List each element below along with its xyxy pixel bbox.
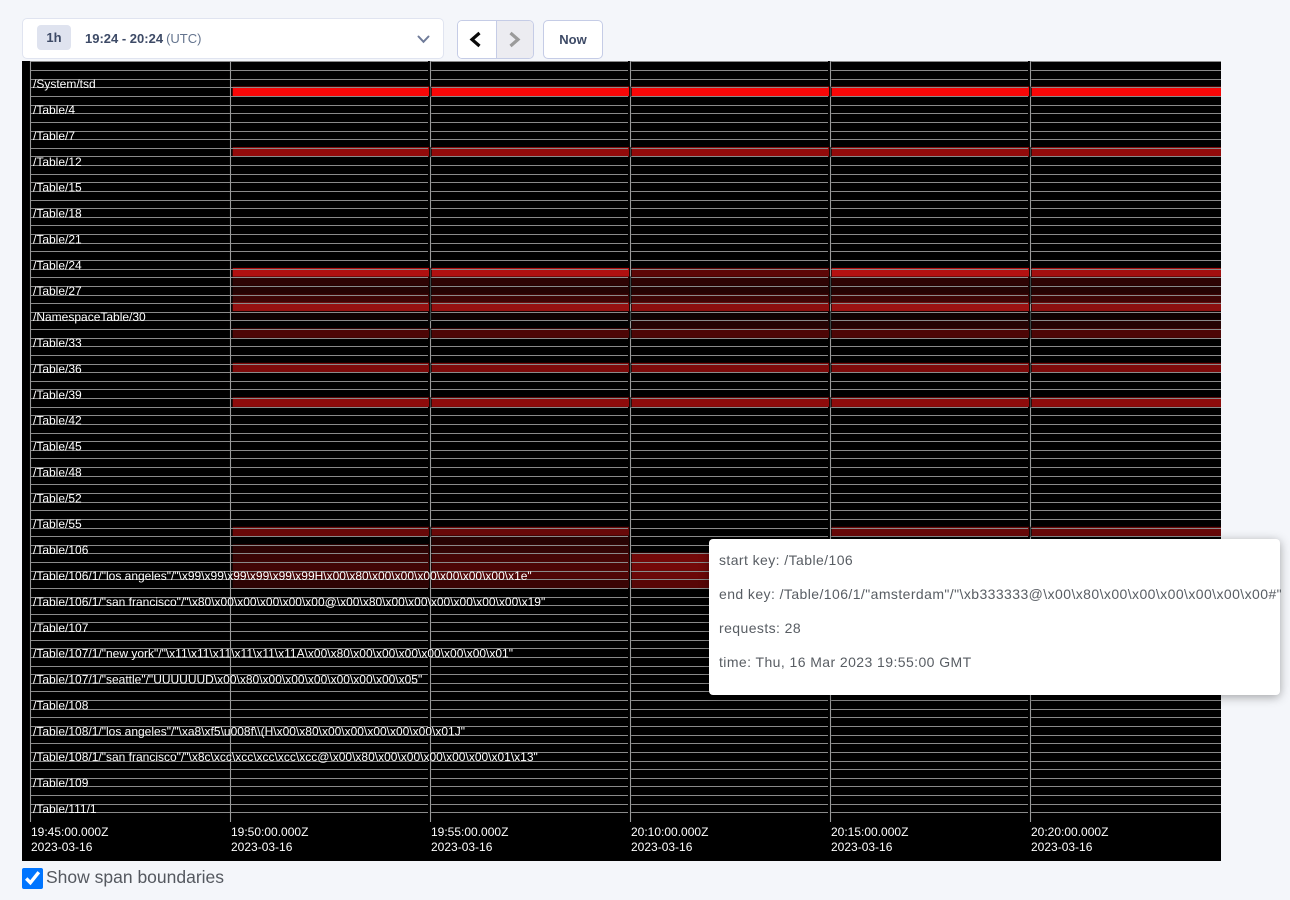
svg-text:/Table/107: /Table/107 (33, 621, 89, 635)
svg-text:2023-03-16: 2023-03-16 (231, 840, 293, 854)
svg-text:/Table/18: /Table/18 (33, 207, 82, 221)
svg-text:/Table/111/1: /Table/111/1 (33, 802, 97, 816)
svg-text:/System/tsd: /System/tsd (33, 77, 96, 91)
svg-text:20:15:00.000Z: 20:15:00.000Z (831, 825, 908, 839)
svg-text:/Table/39: /Table/39 (33, 388, 82, 402)
svg-text:/Table/52: /Table/52 (33, 491, 82, 505)
svg-text:/Table/33: /Table/33 (33, 336, 82, 350)
svg-text:/Table/106/1/"san francisco"/": /Table/106/1/"san francisco"/"\x80\x00\x… (33, 595, 545, 609)
svg-text:/Table/107/1/"new york"/"\x11\: /Table/107/1/"new york"/"\x11\x11\x11\x1… (33, 647, 513, 661)
svg-text:19:45:00.000Z: 19:45:00.000Z (31, 825, 108, 839)
svg-text:/Table/108/1/"los angeles"/"\x: /Table/108/1/"los angeles"/"\xa8\xf5\u00… (33, 724, 465, 738)
svg-text:/Table/45: /Table/45 (33, 440, 82, 454)
svg-text:/Table/21: /Table/21 (33, 232, 82, 246)
svg-text:2023-03-16: 2023-03-16 (31, 840, 93, 854)
svg-text:/Table/27: /Table/27 (33, 284, 82, 298)
svg-text:19:50:00.000Z: 19:50:00.000Z (231, 825, 308, 839)
svg-text:20:20:00.000Z: 20:20:00.000Z (1031, 825, 1108, 839)
svg-text:/Table/48: /Table/48 (33, 465, 82, 479)
svg-text:/Table/24: /Table/24 (33, 258, 82, 272)
svg-text:2023-03-16: 2023-03-16 (1031, 840, 1093, 854)
svg-text:2023-03-16: 2023-03-16 (631, 840, 693, 854)
svg-text:2023-03-16: 2023-03-16 (431, 840, 493, 854)
svg-text:/Table/15: /Table/15 (33, 181, 82, 195)
svg-text:/Table/106: /Table/106 (33, 543, 89, 557)
svg-text:/Table/107/1/"seattle"/"UUUUUU: /Table/107/1/"seattle"/"UUUUUUD\x00\x80\… (33, 673, 422, 687)
svg-text:/Table/7: /Table/7 (33, 129, 75, 143)
svg-text:/Table/108: /Table/108 (33, 698, 89, 712)
svg-text:/Table/42: /Table/42 (33, 414, 82, 428)
svg-text:2023-03-16: 2023-03-16 (831, 840, 893, 854)
svg-text:/Table/36: /Table/36 (33, 362, 82, 376)
svg-text:19:55:00.000Z: 19:55:00.000Z (431, 825, 508, 839)
svg-text:/Table/4: /Table/4 (33, 103, 75, 117)
svg-text:/Table/106/1/"los angeles"/"\x: /Table/106/1/"los angeles"/"\x99\x99\x99… (33, 569, 532, 583)
svg-text:/Table/12: /Table/12 (33, 155, 82, 169)
svg-text:/Table/55: /Table/55 (33, 517, 82, 531)
svg-text:/Table/108/1/"san francisco"/": /Table/108/1/"san francisco"/"\x8c\xcc\x… (33, 750, 538, 764)
svg-text:/NamespaceTable/30: /NamespaceTable/30 (33, 310, 146, 324)
svg-text:/Table/109: /Table/109 (33, 776, 89, 790)
svg-text:20:10:00.000Z: 20:10:00.000Z (631, 825, 708, 839)
